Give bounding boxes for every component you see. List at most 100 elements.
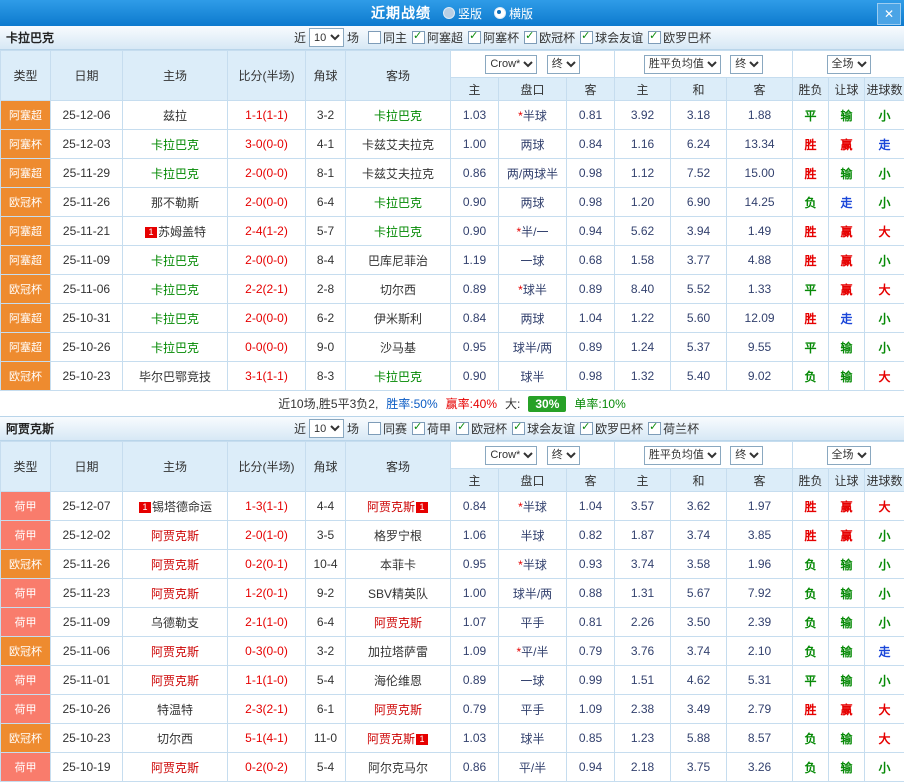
filter-checkbox-同主[interactable]: 同主: [368, 29, 407, 46]
handicap-result-cell: 输: [829, 159, 865, 188]
match-count-select[interactable]: 10: [309, 28, 344, 47]
result-cell: 胜: [793, 695, 829, 724]
filter-checkbox-同赛[interactable]: 同赛: [368, 420, 407, 437]
summary-win-rate: 胜率:50%: [386, 395, 437, 412]
close-button[interactable]: ✕: [877, 3, 901, 25]
goals-result-cell: 大: [865, 217, 904, 246]
odds-cell: 1.03: [451, 101, 499, 130]
league-cell: 荷甲: [1, 695, 51, 724]
result-cell: 负: [793, 753, 829, 782]
asian-handicap-cell: 一球: [499, 666, 567, 695]
corner-cell: 3-2: [306, 637, 346, 666]
asian-odds-controls: Crow* 终: [451, 51, 615, 78]
col-header-euro-away: 客: [727, 469, 793, 492]
score-cell: 2-2(2-1): [228, 275, 306, 304]
handicap-result-cell: 输: [829, 101, 865, 130]
date-cell: 25-10-31: [51, 304, 123, 333]
asian-time-select[interactable]: 终: [547, 446, 580, 465]
away-team-cell: 阿贾克斯1: [346, 724, 451, 753]
home-team-cell: 1锡塔德命运: [123, 492, 228, 521]
odds-cell: 1.00: [451, 130, 499, 159]
league-cell: 阿塞超: [1, 246, 51, 275]
match-row: 阿塞超25-11-29卡拉巴克2-0(0-0)8-1卡兹艾夫拉克0.86两/两球…: [1, 159, 904, 188]
filter-checkbox-label: 球会友谊: [595, 29, 643, 46]
handicap-result-cell: 赢: [829, 130, 865, 159]
handicap-result-cell: 走: [829, 188, 865, 217]
odds-cell: 0.86: [451, 159, 499, 188]
filter-checkbox-欧罗巴杯[interactable]: 欧罗巴杯: [580, 420, 643, 437]
euro-time-select[interactable]: 终: [730, 446, 763, 465]
odds-cell: 6.90: [671, 188, 727, 217]
league-cell: 荷甲: [1, 753, 51, 782]
filter-checkbox-阿塞超[interactable]: 阿塞超: [412, 29, 463, 46]
col-header-corner: 角球: [306, 442, 346, 492]
odds-cell: 3.18: [671, 101, 727, 130]
col-header-date: 日期: [51, 51, 123, 101]
away-team-cell: 卡兹艾夫拉克: [346, 130, 451, 159]
odds-cell: 1.96: [727, 550, 793, 579]
odds-cell: 0.88: [567, 579, 615, 608]
layout-radio-horizontal[interactable]: 横版: [494, 5, 533, 22]
odds-cell: 5.52: [671, 275, 727, 304]
handicap-result-cell: 赢: [829, 275, 865, 304]
bookmaker-select[interactable]: Crow*: [485, 446, 537, 465]
asian-handicap-cell: 平手: [499, 695, 567, 724]
euro-type-select[interactable]: 胜平负均值: [644, 55, 721, 74]
euro-time-select[interactable]: 终: [730, 55, 763, 74]
result-cell: 负: [793, 637, 829, 666]
filter-checkbox-球会友谊[interactable]: 球会友谊: [580, 29, 643, 46]
result-cell: 负: [793, 724, 829, 753]
date-cell: 25-12-07: [51, 492, 123, 521]
odds-cell: 2.39: [727, 608, 793, 637]
scope-select[interactable]: 全场: [827, 55, 871, 74]
odds-cell: 7.92: [727, 579, 793, 608]
odds-cell: 9.02: [727, 362, 793, 391]
corner-cell: 6-4: [306, 188, 346, 217]
odds-cell: 0.89: [567, 333, 615, 362]
filter-checkbox-欧罗巴杯[interactable]: 欧罗巴杯: [648, 29, 711, 46]
handicap-result-cell: 赢: [829, 217, 865, 246]
odds-cell: 3.57: [615, 492, 671, 521]
corner-cell: 5-7: [306, 217, 346, 246]
handicap-result-cell: 输: [829, 637, 865, 666]
euro-type-select[interactable]: 胜平负均值: [644, 446, 721, 465]
filter-checkbox-欧冠杯[interactable]: 欧冠杯: [456, 420, 507, 437]
asian-handicap-cell: 球半: [499, 362, 567, 391]
league-cell: 阿塞超: [1, 304, 51, 333]
date-cell: 25-10-23: [51, 362, 123, 391]
scope-select[interactable]: 全场: [827, 446, 871, 465]
match-row: 荷甲25-12-02阿贾克斯2-0(1-0)3-5格罗宁根1.06半球0.821…: [1, 521, 904, 550]
filter-checkbox-荷甲[interactable]: 荷甲: [412, 420, 451, 437]
filter-checkbox-荷兰杯[interactable]: 荷兰杯: [648, 420, 699, 437]
filter-bar: 近 10 场 同主阿塞超阿塞杯欧冠杯球会友谊欧罗巴杯: [294, 28, 716, 47]
asian-time-select[interactable]: 终: [547, 55, 580, 74]
filter-checkbox-阿塞杯[interactable]: 阿塞杯: [468, 29, 519, 46]
odds-cell: 5.37: [671, 333, 727, 362]
match-row: 阿塞超25-11-211苏姆盖特2-4(1-2)5-7卡拉巴克0.90*半/一0…: [1, 217, 904, 246]
bookmaker-select[interactable]: Crow*: [485, 55, 537, 74]
goals-result-cell: 小: [865, 608, 904, 637]
date-cell: 25-12-06: [51, 101, 123, 130]
match-row: 荷甲25-11-23阿贾克斯1-2(0-1)9-2SBV精英队1.00球半/两0…: [1, 579, 904, 608]
result-cell: 平: [793, 666, 829, 695]
odds-cell: 3.74: [615, 550, 671, 579]
odds-cell: 0.90: [451, 217, 499, 246]
score-cell: 3-0(0-0): [228, 130, 306, 159]
title-bar: 近期战绩 竖版 横版 ✕: [0, 0, 904, 26]
filter-checkbox-球会友谊[interactable]: 球会友谊: [512, 420, 575, 437]
odds-cell: 1.20: [615, 188, 671, 217]
away-team-cell: 阿尔克马尔: [346, 753, 451, 782]
handicap-result-cell: 输: [829, 579, 865, 608]
home-team-cell: 卡拉巴克: [123, 130, 228, 159]
col-header-date: 日期: [51, 442, 123, 492]
odds-cell: 3.74: [671, 637, 727, 666]
away-team-cell: 切尔西: [346, 275, 451, 304]
league-cell: 荷甲: [1, 666, 51, 695]
favourite-star-mark: *: [518, 109, 523, 123]
match-count-select[interactable]: 10: [309, 419, 344, 438]
section-header-ajax: 阿贾克斯 近 10 场 同赛荷甲欧冠杯球会友谊欧罗巴杯荷兰杯: [0, 417, 904, 441]
odds-cell: 2.18: [615, 753, 671, 782]
filter-checkbox-欧冠杯[interactable]: 欧冠杯: [524, 29, 575, 46]
layout-radio-vertical[interactable]: 竖版: [443, 5, 482, 22]
home-team-cell: 1苏姆盖特: [123, 217, 228, 246]
